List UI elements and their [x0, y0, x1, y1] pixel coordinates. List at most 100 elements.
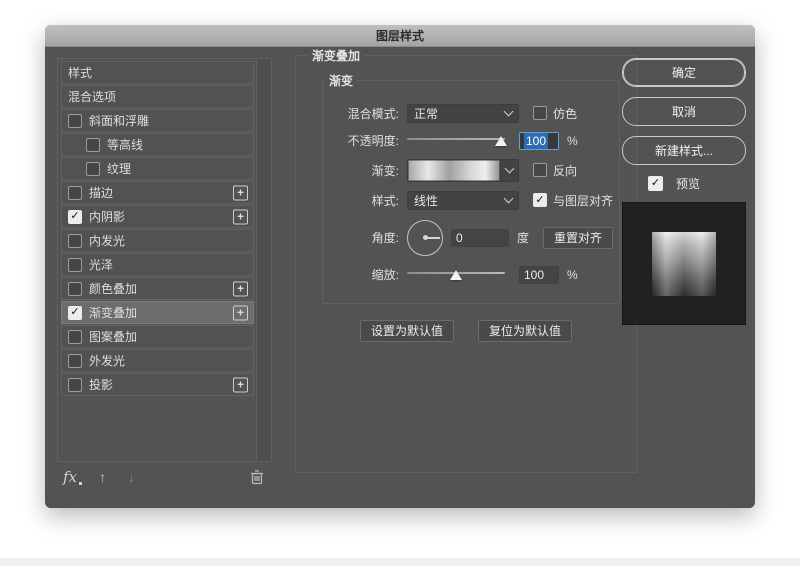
sidebar-item-label: 样式	[68, 64, 92, 81]
sidebar-item-label: 描边	[89, 184, 113, 201]
effect-checkbox[interactable]	[68, 186, 82, 200]
effect-checkbox[interactable]	[68, 378, 82, 392]
reset-alignment-button[interactable]: 重置对齐	[543, 227, 613, 249]
effect-checkbox[interactable]	[86, 162, 100, 176]
opacity-label: 不透明度:	[325, 132, 399, 149]
effect-checkbox[interactable]	[68, 282, 82, 296]
style-label: 样式:	[325, 192, 399, 209]
sidebar-item-13[interactable]: 投影 +	[61, 373, 254, 396]
sidebar-item-5[interactable]: 描边 +	[61, 181, 254, 204]
sidebar-list: 样式混合选项斜面和浮雕等高线纹理描边 + 内阴影 + 内发光光泽颜色叠加 + 渐变叠加 + 图案…	[59, 60, 256, 460]
angle-label: 角度:	[325, 229, 399, 246]
sidebar-item-label: 内阴影	[89, 208, 125, 225]
effect-checkbox[interactable]	[86, 138, 100, 152]
sidebar-item-label: 投影	[89, 376, 113, 393]
effect-checkbox[interactable]	[68, 114, 82, 128]
set-default-button[interactable]: 设置为默认值	[360, 320, 454, 342]
preview-option: 预览	[648, 175, 746, 192]
move-effect-up-icon[interactable]: ↑	[99, 469, 106, 485]
sidebar-item-2[interactable]: 斜面和浮雕	[61, 109, 254, 132]
sidebar-item-6[interactable]: 内阴影 +	[61, 205, 254, 228]
add-effect-instance-icon[interactable]: +	[233, 305, 248, 320]
opacity-slider[interactable]	[407, 134, 505, 148]
style-select[interactable]: 线性	[407, 191, 519, 210]
gradient-swatch[interactable]	[408, 160, 501, 181]
sidebar-item-0[interactable]: 样式	[61, 61, 254, 84]
opacity-slider-thumb[interactable]	[495, 136, 507, 146]
add-effect-instance-icon[interactable]: +	[233, 281, 248, 296]
sidebar-item-7[interactable]: 内发光	[61, 229, 254, 252]
move-effect-down-icon[interactable]: ↓	[128, 469, 135, 485]
delete-effect-icon[interactable]	[250, 470, 264, 485]
add-effect-instance-icon[interactable]: +	[233, 209, 248, 224]
sidebar-item-4[interactable]: 纹理	[61, 157, 254, 180]
page-bottom-strip	[0, 558, 800, 566]
gradient-label: 渐变:	[325, 162, 399, 179]
opacity-slider-track	[407, 138, 505, 140]
opacity-row: 不透明度: 100 %	[325, 132, 613, 150]
blend-mode-label: 混合模式:	[325, 105, 399, 122]
angle-dial[interactable]	[407, 220, 443, 256]
scale-unit: %	[567, 268, 578, 282]
effect-checkbox[interactable]	[68, 306, 82, 320]
gradient-overlay-panel: 渐变叠加 渐变 混合模式: 正常 仿色	[285, 47, 611, 479]
angle-input[interactable]: 0	[451, 229, 509, 247]
sidebar-item-label: 颜色叠加	[89, 280, 137, 297]
sidebar-item-12[interactable]: 外发光	[61, 349, 254, 372]
align-with-layer-label: 与图层对齐	[553, 192, 613, 209]
opacity-value: 100	[524, 133, 548, 149]
sidebar-item-label: 光泽	[89, 256, 113, 273]
gradient-row: 渐变: 反向	[325, 159, 613, 182]
sidebar-item-9[interactable]: 颜色叠加 +	[61, 277, 254, 300]
cancel-button[interactable]: 取消	[622, 97, 746, 126]
fx-menu-icon[interactable]: fx	[63, 468, 77, 486]
sidebar-item-10[interactable]: 渐变叠加 +	[61, 301, 254, 324]
add-effect-instance-icon[interactable]: +	[233, 185, 248, 200]
ok-button[interactable]: 确定	[622, 58, 746, 87]
sidebar-item-label: 纹理	[107, 160, 131, 177]
dialog-title: 图层样式	[376, 27, 424, 44]
action-column: 确定 取消 新建样式... 预览	[622, 58, 746, 325]
chevron-down-icon	[504, 194, 514, 204]
sidebar-item-11[interactable]: 图案叠加	[61, 325, 254, 348]
effect-checkbox[interactable]	[68, 354, 82, 368]
sidebar-scrollbar[interactable]	[256, 59, 271, 461]
effect-checkbox[interactable]	[68, 234, 82, 248]
scale-row: 缩放: 100 %	[325, 266, 613, 284]
style-preview-gradient	[652, 232, 716, 296]
sidebar-item-1[interactable]: 混合选项	[61, 85, 254, 108]
blend-mode-select[interactable]: 正常	[407, 104, 519, 123]
add-effect-instance-icon[interactable]: +	[233, 377, 248, 392]
dither-checkbox[interactable]	[533, 106, 547, 120]
sidebar-item-label: 渐变叠加	[89, 304, 137, 321]
sidebar-item-label: 等高线	[107, 136, 143, 153]
sidebar-item-label: 混合选项	[68, 88, 116, 105]
effect-checkbox[interactable]	[68, 258, 82, 272]
effect-checkbox[interactable]	[68, 210, 82, 224]
scale-slider[interactable]	[407, 268, 505, 282]
dialog-titlebar[interactable]: 图层样式	[45, 25, 755, 47]
effect-checkbox[interactable]	[68, 330, 82, 344]
opacity-input[interactable]: 100	[519, 132, 559, 150]
preview-checkbox[interactable]	[648, 176, 663, 191]
align-with-layer-checkbox[interactable]	[533, 193, 547, 207]
gradient-group-label: 渐变	[325, 72, 357, 89]
scale-slider-thumb[interactable]	[450, 270, 462, 280]
style-preview-thumbnail	[622, 202, 746, 325]
style-row: 样式: 线性 与图层对齐	[325, 191, 613, 210]
angle-unit: 度	[517, 229, 529, 246]
chevron-down-icon	[504, 107, 514, 117]
scale-input[interactable]: 100	[519, 266, 559, 284]
new-style-button[interactable]: 新建样式...	[622, 136, 746, 165]
styles-list-box: 样式混合选项斜面和浮雕等高线纹理描边 + 内阴影 + 内发光光泽颜色叠加 + 渐变叠加 + 图案…	[57, 58, 272, 462]
angle-value: 0	[456, 231, 463, 245]
gradient-picker[interactable]	[407, 159, 519, 182]
sidebar-item-3[interactable]: 等高线	[61, 133, 254, 156]
panel-title: 渐变叠加	[308, 47, 364, 64]
reset-default-button[interactable]: 复位为默认值	[478, 320, 572, 342]
sidebar-item-8[interactable]: 光泽	[61, 253, 254, 276]
chevron-down-icon	[505, 164, 515, 174]
reverse-checkbox[interactable]	[533, 163, 547, 177]
preview-label: 预览	[676, 175, 700, 192]
angle-dial-needle	[425, 237, 440, 239]
